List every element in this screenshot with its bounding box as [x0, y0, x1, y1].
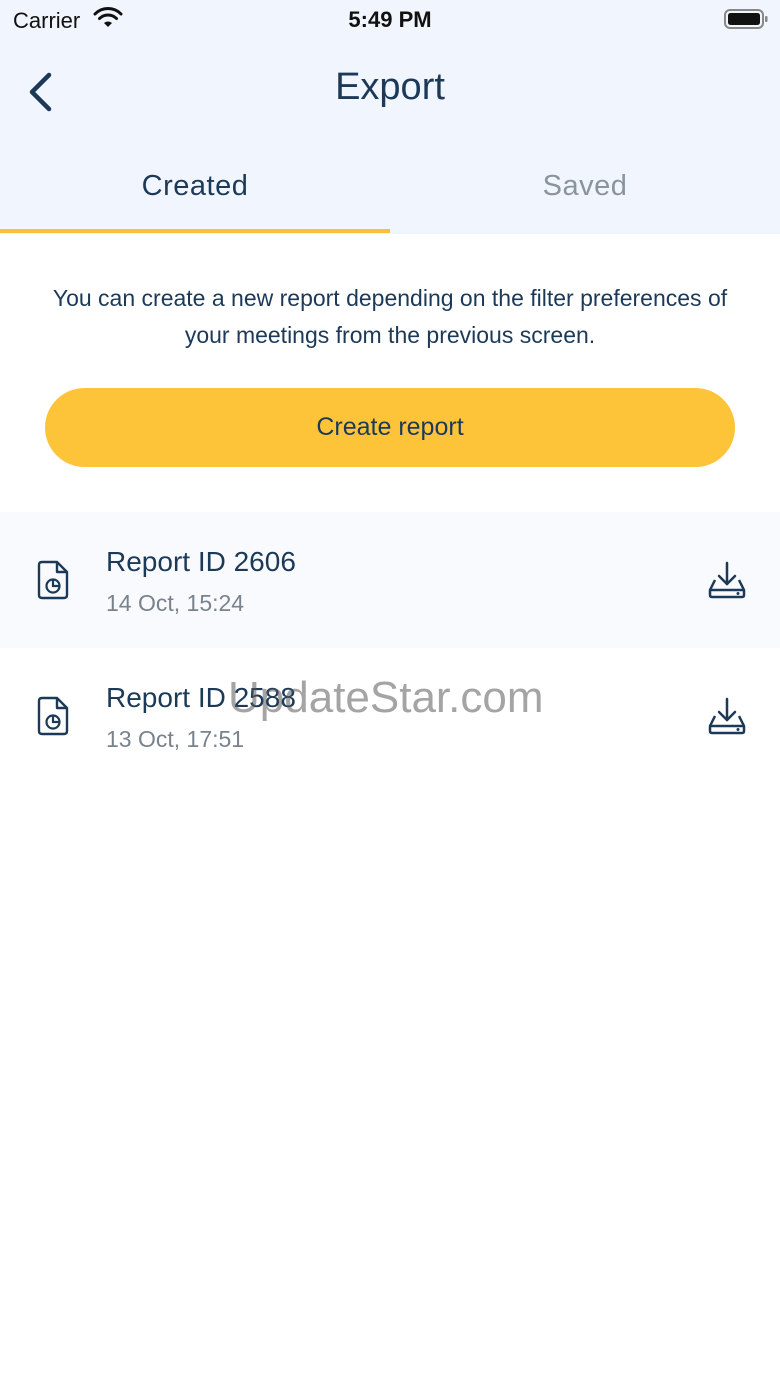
header-area: Carrier 5:49 PM Export Created Saved [0, 0, 780, 234]
clock: 5:49 PM [348, 7, 432, 32]
nav-bar: Export [0, 52, 780, 128]
tab-saved-label: Saved [542, 170, 628, 202]
create-report-button[interactable]: Create report [45, 388, 735, 467]
battery-icon [724, 9, 768, 29]
export-screen: Carrier 5:49 PM Export Created Saved You… [0, 0, 780, 1387]
report-row[interactable]: Report ID 2606 14 Oct, 15:24 [0, 512, 780, 648]
status-bar: Carrier 5:49 PM [0, 0, 780, 40]
active-tab-indicator [0, 229, 390, 233]
tab-bar: Created Saved [0, 150, 780, 234]
tab-saved[interactable]: Saved [390, 150, 780, 234]
report-document-icon [37, 560, 69, 600]
report-date: 14 Oct, 15:24 [106, 590, 245, 616]
report-title: Report ID 2606 [106, 546, 296, 577]
tab-created-label: Created [141, 170, 249, 202]
info-text: You can create a new report depending on… [52, 285, 728, 348]
report-date: 13 Oct, 17:51 [106, 726, 245, 752]
download-icon[interactable] [706, 560, 748, 600]
watermark: UpdateStar.com [228, 673, 544, 722]
create-report-label: Create report [316, 413, 464, 441]
tab-created[interactable]: Created [0, 150, 390, 234]
download-icon[interactable] [706, 696, 748, 736]
page-title: Export [335, 66, 445, 108]
report-document-icon [37, 696, 69, 736]
